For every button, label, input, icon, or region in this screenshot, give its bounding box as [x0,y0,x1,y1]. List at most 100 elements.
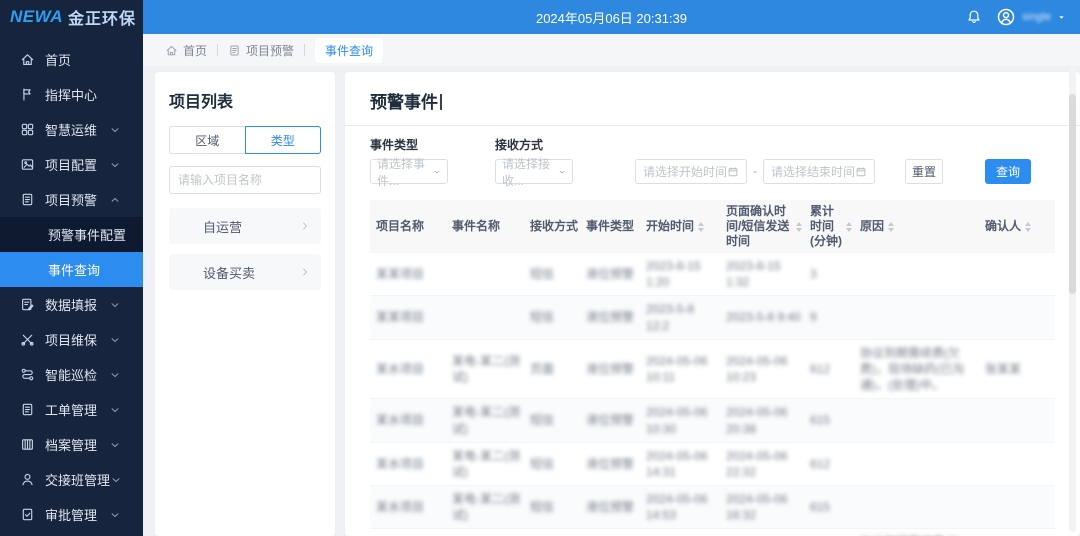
reset-button[interactable]: 重置 [905,159,943,184]
start-time-placeholder: 请选择开始时间 [643,163,727,180]
event-type-select[interactable]: 请选择事件... [370,159,448,184]
cell-type: 液位预警 [586,494,646,520]
sidebar-subitem-预警事件配置[interactable]: 预警事件配置 [0,217,143,252]
start-time-picker[interactable]: 请选择开始时间 [635,159,747,184]
column-header-页面确认时间/短信发送时间[interactable]: 页面确认时间/短信发送时间 [726,200,810,253]
cell-minutes: 9 [810,304,860,330]
cell-event [452,313,530,323]
cell-reason [860,269,985,279]
cell-project: 某水项目 [370,356,452,382]
breadcrumb-divider [217,44,218,56]
cell-receive: 短信 [530,304,586,330]
sidebar-item-交接班管理[interactable]: 交接班管理 [0,462,143,497]
user-menu[interactable]: single [996,7,1066,27]
logo-brand-text: 金正环保 [68,5,136,29]
sidebar-item-首页[interactable]: 首页 [0,42,143,77]
tree-item-自运营[interactable]: 自运营 [169,208,321,244]
cell-project: 某水项目 [370,494,452,520]
column-header-确认人[interactable]: 确认人 [985,215,1055,238]
breadcrumb-project-warning[interactable]: 项目预警 [228,42,294,59]
end-time-picker[interactable]: 请选择结束时间 [763,159,875,184]
cell-project: 某水项目 [370,451,452,477]
image-icon [20,157,35,172]
date-range-separator: - [753,164,757,178]
sidebar-item-label: 项目维保 [45,330,109,349]
tree-item-设备买卖[interactable]: 设备买卖 [169,254,321,290]
breadcrumb-event-query-tab[interactable]: 事件查询 [315,38,383,63]
event-type-placeholder: 请选择事件... [377,155,433,189]
receive-mode-filter: 接收方式 请选择接收... [495,136,573,184]
breadcrumb-home[interactable]: 首页 [165,42,207,59]
sidebar-item-工单管理[interactable]: 工单管理 [0,392,143,427]
chev-down-icon [109,369,121,381]
cell-receive: 短信 [530,451,586,477]
table-body: 某某项目短信液位预警2023-8-15 1:202023-8-15 1:323某… [370,253,1055,536]
text-cursor [440,94,442,110]
cell-type: 液位预警 [586,304,646,330]
sidebar-subitem-事件查询[interactable]: 事件查询 [0,252,143,287]
table-row: 某水项目某电-某二(测试)短信液位预警2024-05-06 14:312024-… [370,443,1055,486]
cell-reason [860,502,985,512]
sidebar-item-label: 智慧运维 [45,120,109,139]
sidebar-item-项目预警[interactable]: 项目预警 [0,182,143,217]
tools-icon [20,332,35,347]
project-search-input[interactable] [169,166,321,194]
username: single [1022,11,1051,23]
receive-mode-placeholder: 请选择接收... [502,155,558,189]
tab-region[interactable]: 区域 [169,126,245,154]
sort-carets-icon [698,222,704,232]
warning-events-panel: 预警事件 事件类型 请选择事件... 接收方式 请选择接收... 请选择开始时间… [345,72,1080,536]
chevron-down-icon [558,167,566,177]
cell-event: 某电-某二(测试) [452,399,530,441]
cell-confirm: 2024-05-06 22:32 [726,443,810,485]
caret-down-icon [1057,13,1066,22]
tab-type[interactable]: 类型 [245,126,322,154]
app-logo[interactable]: NEWA 金正环保 [0,0,143,34]
cell-reason [860,416,985,426]
cell-receive: 页面 [530,356,586,382]
chev-down-icon [109,439,121,451]
column-header-开始时间[interactable]: 开始时间 [646,215,726,238]
chev-down-icon [109,299,121,311]
sidebar-item-数据填报[interactable]: 数据填报 [0,287,143,322]
breadcrumb-divider [304,44,305,56]
cell-type: 液位预警 [586,451,646,477]
sidebar-item-指挥中心[interactable]: 指挥中心 [0,77,143,112]
cell-reason: 协议到期需续费(欠费)，现场缺药(已沟通)，(处理)中。 [860,529,985,536]
patrol-icon [20,367,35,382]
file-icon [20,402,35,417]
sidebar-item-智慧运维[interactable]: 智慧运维 [0,112,143,147]
cell-type: 液位预警 [586,261,646,287]
column-header-接收方式: 接收方式 [530,215,586,238]
sidebar-item-项目配置[interactable]: 项目配置 [0,147,143,182]
column-label: 页面确认时间/短信发送时间 [726,204,792,249]
home-icon [20,52,35,67]
column-header-原因[interactable]: 原因 [860,215,985,238]
sidebar-item-label: 项目配置 [45,155,109,174]
file-icon [228,44,241,57]
calendar-icon [855,166,867,178]
cell-confirmer [985,459,1055,469]
scrollbar-thumb[interactable] [1069,94,1076,294]
cell-confirm: 2024-05-06 10:23 [726,348,810,390]
cell-event: 某电-某二(测试) [452,348,530,390]
chev-down-icon [109,334,121,346]
chev-right-icon [299,266,311,278]
topbar-right: single [966,0,1066,34]
sidebar-item-档案管理[interactable]: 档案管理 [0,427,143,462]
sidebar-item-项目维保[interactable]: 项目维保 [0,322,143,357]
cell-project: 某某项目 [370,304,452,330]
search-button[interactable]: 查询 [985,159,1031,184]
column-header-累计时间 (分钟)[interactable]: 累计时间 (分钟) [810,200,860,253]
cell-receive: 短信 [530,407,586,433]
sidebar-item-审批管理[interactable]: 审批管理 [0,497,143,532]
sidebar-item-智能巡检[interactable]: 智能巡检 [0,357,143,392]
cell-reason: 协议到期需续费(欠费)，现场缺药(已沟通)，(处理)中。 [860,340,985,399]
bell-icon[interactable] [966,9,982,25]
column-label: 确认人 [985,219,1021,234]
cell-type: 液位预警 [586,356,646,382]
sort-carets-icon [796,222,802,232]
cell-reason [860,313,985,323]
sidebar-menu: 首页指挥中心智慧运维项目配置项目预警预警事件配置事件查询数据填报项目维保智能巡检… [0,42,143,532]
receive-mode-select[interactable]: 请选择接收... [495,159,573,184]
